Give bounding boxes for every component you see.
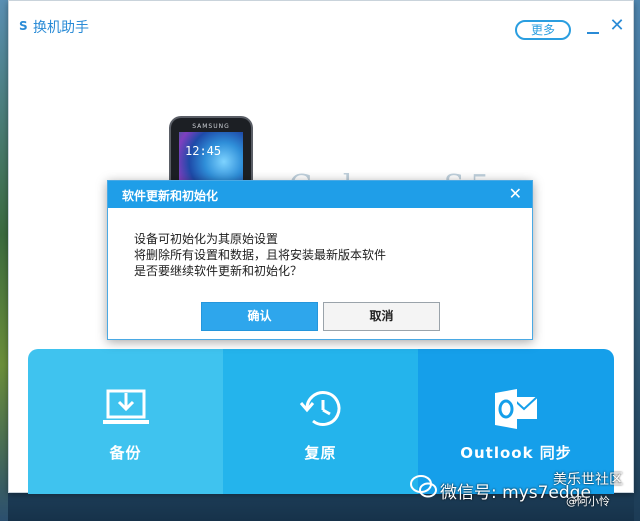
wechat-icon: [410, 475, 437, 498]
watermark-author: @阿小怜: [566, 495, 610, 508]
dialog-line: 设备可初始化为其原始设置: [134, 232, 279, 246]
dialog-line: 将删除所有设置和数据，且将安装最新版本软件: [134, 248, 387, 262]
dialog-header: 软件更新和初始化 ✕: [108, 181, 532, 208]
dialog-line: 是否要继续软件更新和初始化？: [134, 264, 303, 278]
dialog-close-icon[interactable]: ✕: [509, 184, 522, 204]
confirm-button[interactable]: 确认: [201, 302, 318, 331]
modal-overlay: 软件更新和初始化 ✕ 设备可初始化为其原始设置 将删除所有设置和数据，且将安装最…: [0, 0, 640, 521]
update-init-dialog: 软件更新和初始化 ✕ 设备可初始化为其原始设置 将删除所有设置和数据，且将安装最…: [107, 180, 533, 340]
cancel-button[interactable]: 取消: [323, 302, 440, 331]
dialog-title: 软件更新和初始化: [122, 189, 219, 203]
dialog-message: 设备可初始化为其原始设置 将删除所有设置和数据，且将安装最新版本软件 是否要继续…: [134, 231, 512, 279]
